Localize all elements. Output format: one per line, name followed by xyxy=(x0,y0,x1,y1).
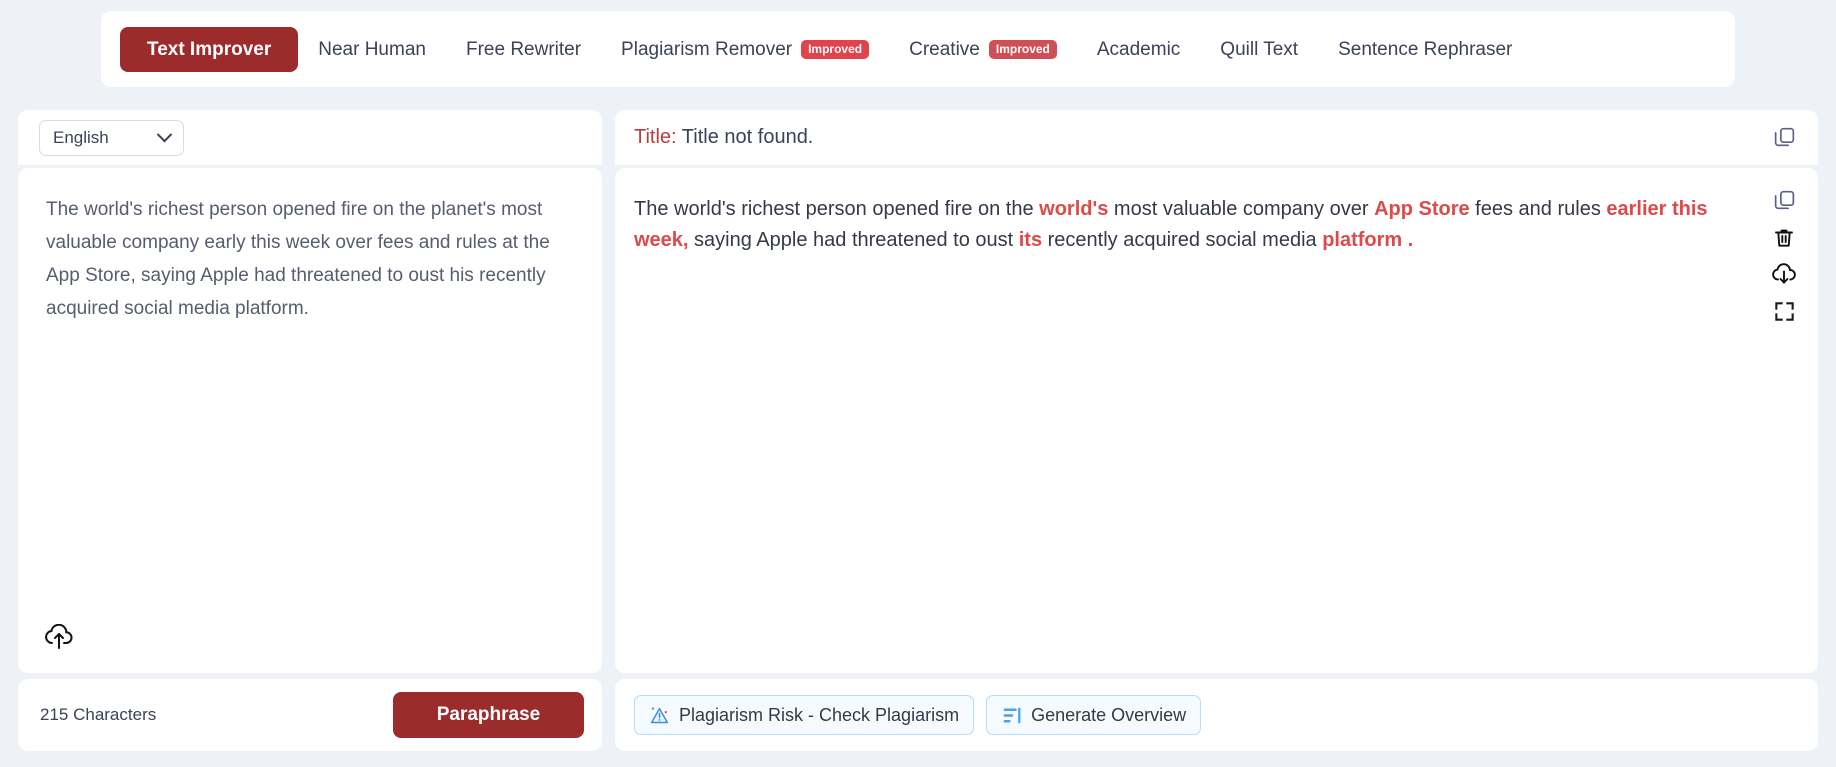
output-footer: Plagiarism Risk - Check Plagiarism Gener… xyxy=(615,679,1818,751)
tab-plagiarism-remover[interactable]: Plagiarism Remover Improved xyxy=(601,27,889,72)
output-segment: recently acquired social media xyxy=(1042,229,1323,252)
copy-icon[interactable] xyxy=(1772,125,1797,150)
paraphrase-button[interactable]: Paraphrase xyxy=(393,692,584,738)
generate-overview-label: Generate Overview xyxy=(1031,704,1187,725)
generate-overview-button[interactable]: Generate Overview xyxy=(986,695,1202,735)
title-display: Title: Title not found. xyxy=(634,126,813,149)
tab-free-rewriter[interactable]: Free Rewriter xyxy=(446,27,601,72)
tab-bar: Text Improver Near Human Free Rewriter Plag… xyxy=(101,11,1735,87)
highlighted-word: world's xyxy=(1039,198,1109,220)
tab-quill-text[interactable]: Quill Text xyxy=(1200,27,1318,72)
tab-creative[interactable]: Creative Improved xyxy=(889,27,1077,72)
tab-near-human[interactable]: Near Human xyxy=(298,27,446,72)
chevron-down-icon xyxy=(156,126,173,143)
title-label: Title: xyxy=(634,126,677,148)
tab-label: Quill Text xyxy=(1220,38,1299,60)
tab-academic[interactable]: Academic xyxy=(1077,27,1200,72)
language-select[interactable]: English xyxy=(39,119,184,156)
output-tools xyxy=(1771,188,1797,323)
highlighted-word: platform . xyxy=(1322,229,1414,252)
input-text: The world's richest person opened fire o… xyxy=(46,199,550,320)
language-value: English xyxy=(53,127,109,147)
character-count: 215 Characters xyxy=(40,705,157,724)
highlighted-word: its xyxy=(1018,229,1043,252)
highlighted-word: App Store xyxy=(1374,198,1470,220)
trash-icon[interactable] xyxy=(1772,226,1796,250)
output-panel: Title: Title not found. The world's rich… xyxy=(615,110,1818,673)
copy-icon[interactable] xyxy=(1772,188,1797,213)
tab-badge: Improved xyxy=(988,39,1057,59)
tab-label: Plagiarism Remover xyxy=(621,38,793,60)
tab-text-improver[interactable]: Text Improver xyxy=(120,26,299,72)
check-plagiarism-label: Plagiarism Risk - Check Plagiarism xyxy=(679,704,960,725)
title-value: Title not found. xyxy=(676,126,814,148)
warning-triangle-icon xyxy=(649,705,670,726)
input-panel: English The world's richest person opene… xyxy=(18,110,602,673)
tab-label: Sentence Rephraser xyxy=(1338,38,1513,60)
input-editor[interactable]: The world's richest person opened fire o… xyxy=(18,168,602,673)
tab-label: Near Human xyxy=(318,38,426,60)
output-editor[interactable]: The world's richest person opened fire o… xyxy=(615,168,1818,673)
language-bar: English xyxy=(18,110,602,165)
tab-sentence-rephraser[interactable]: Sentence Rephraser xyxy=(1318,27,1532,72)
cloud-upload-icon[interactable] xyxy=(44,623,74,655)
overview-lines-icon xyxy=(1001,705,1022,726)
input-footer: 215 Characters Paraphrase xyxy=(18,679,602,751)
output-segment: most valuable company over xyxy=(1108,198,1375,220)
cloud-download-icon[interactable] xyxy=(1771,263,1797,287)
tab-label: Creative xyxy=(909,38,980,60)
check-plagiarism-button[interactable]: Plagiarism Risk - Check Plagiarism xyxy=(634,695,975,735)
tab-label: Free Rewriter xyxy=(465,38,582,60)
tab-label: Text Improver xyxy=(147,38,272,60)
fullscreen-icon[interactable] xyxy=(1773,300,1796,323)
title-bar: Title: Title not found. xyxy=(615,110,1818,165)
tab-badge: Improved xyxy=(801,39,870,59)
output-text: The world's richest person opened fire o… xyxy=(634,194,1728,256)
output-segment: saying Apple had threatened to oust xyxy=(688,229,1019,252)
output-segment: fees and rules xyxy=(1469,198,1607,220)
output-segment: The world's richest person opened fire o… xyxy=(634,198,1040,220)
tab-label: Academic xyxy=(1096,38,1181,60)
